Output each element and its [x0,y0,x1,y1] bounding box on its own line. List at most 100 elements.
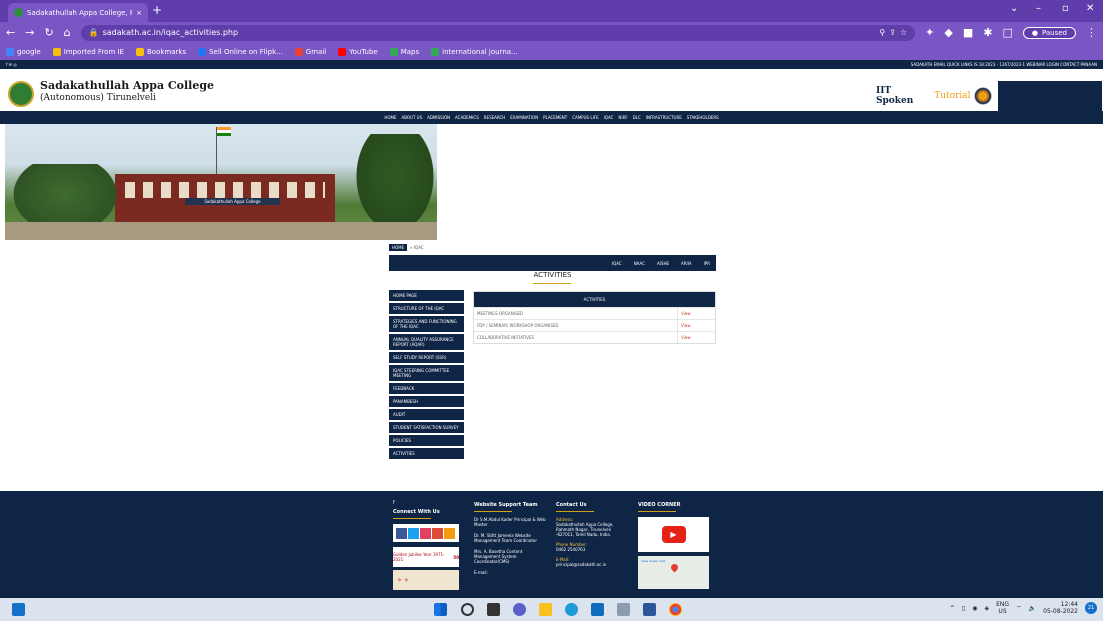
sidebar-item[interactable]: STRATEGIES AND FUNCTIONING OF THE IQAC [389,316,464,333]
facebook-icon[interactable] [396,527,407,539]
nav-item[interactable]: ADMISSION [427,115,450,120]
store-icon[interactable] [591,603,604,616]
subnav-item[interactable]: IPR [704,261,710,266]
breadcrumb-home[interactable]: HOME [389,244,408,251]
search-icon[interactable] [461,603,474,616]
bookmark-item[interactable]: Gmail [294,47,326,56]
share-icon[interactable]: ⇪ [889,28,896,37]
forward-icon[interactable]: → [25,26,34,39]
nav-item[interactable]: DLC [633,115,641,120]
nav-item[interactable]: INFRASTRUCTURE [646,115,682,120]
map-link[interactable]: View larger map [641,559,666,564]
bookmark-item[interactable]: Imported From IE [52,47,124,56]
sidebar-item[interactable]: POLICIES [389,435,464,447]
top-quick-links[interactable]: SADAKATH EMAIL QUICK LINKS IS 18:2023 - … [911,62,1097,67]
college-name[interactable]: Sadakathullah Appa College (Autonomous) … [40,79,214,105]
extension-icon[interactable]: ✦ [925,26,934,39]
spoken-tutorial-banner[interactable]: IIT Spoken Tutorial [870,81,1102,111]
security-icon[interactable]: ◈ [984,605,989,612]
sidebar-item[interactable]: SELF STUDY REPORT (SSR) [389,352,464,364]
tab-close-icon[interactable]: × [136,9,142,17]
volume-icon[interactable]: 🔈 [1029,605,1036,612]
sidebar-item[interactable]: PANAMBESH [389,396,464,408]
bookmark-item[interactable]: YouTube [338,47,378,56]
maximize-icon[interactable]: ▫ [1062,3,1069,14]
sidebar-item[interactable]: FEEDBACK [389,383,464,395]
youtube-icon[interactable] [432,527,443,539]
file-explorer-icon[interactable] [539,603,552,616]
social-links[interactable]: f ✉ ◎ [6,62,17,67]
bookmark-item[interactable]: Maps [389,47,419,56]
notification-badge[interactable]: 21 [1085,602,1097,614]
close-icon[interactable]: ✕ [1086,3,1094,14]
clock[interactable]: 12:44 05-08-2022 [1043,601,1078,615]
email-text[interactable]: principal@sadakath.ac.in [556,562,626,567]
subnav-item[interactable]: AISHE [657,261,669,266]
sidebar-icon[interactable]: □ [1002,26,1012,39]
sidebar-item[interactable]: STUDENT SATISFACTION SURVEY [389,422,464,434]
reload-icon[interactable]: ↻ [44,26,53,39]
zoom-icon[interactable]: ⚲ [879,28,885,37]
wifi-icon[interactable]: ⌔ [1016,604,1022,612]
nav-item[interactable]: NIRF [618,115,627,120]
widgets-icon[interactable] [12,603,25,616]
bookmark-item[interactable]: international journa... [431,47,518,56]
extension-icon[interactable]: ■ [963,26,973,39]
app-icon[interactable] [617,603,630,616]
subnav-item[interactable]: IQAC [612,261,622,266]
rss-icon[interactable] [444,527,455,539]
browser-tab[interactable]: Sadakathullah Appa College, Pal × [8,3,148,22]
windows-start-icon[interactable] [434,603,447,616]
new-tab-button[interactable]: + [152,3,162,17]
nav-item[interactable]: EXAMINATION [510,115,538,120]
golden-jubilee-badge[interactable]: Golden Jubilee Year 1971-2021 50 [393,547,459,567]
task-view-icon[interactable] [487,603,500,616]
nav-item[interactable]: CAMPUS LIFE [572,115,598,120]
teams-chat-icon[interactable] [513,603,526,616]
home-icon[interactable]: ⌂ [64,26,71,39]
minimize-icon[interactable]: – [1036,3,1041,14]
youtube-video-thumb[interactable]: ▶ [638,517,709,552]
instagram-icon[interactable] [420,527,431,539]
chevron-down-icon[interactable]: ⌄ [1010,3,1018,14]
view-link[interactable]: View [677,320,715,331]
bookmark-item[interactable]: Bookmarks [135,47,186,56]
sidebar-item[interactable]: AUDIT [389,409,464,421]
star-icon[interactable]: ☆ [900,28,907,37]
battery-icon[interactable]: ▯ [962,605,965,612]
nav-item[interactable]: HOME [384,115,396,120]
language-indicator[interactable]: ENG US [996,601,1009,615]
sidebar-item[interactable]: ANNUAL QUALITY ASSURANCE REPORT (AQAR) [389,334,464,351]
sidebar-item[interactable]: IQAC STEERING COMMITTEE MEETING [389,365,464,382]
sidebar-item[interactable]: HOME PAGE [389,290,464,302]
nav-item[interactable]: RESEARCH [484,115,506,120]
college-logo[interactable] [8,81,34,107]
profile-button[interactable]: ● Paused [1022,26,1076,39]
bookmark-item[interactable]: google [6,47,41,56]
subnav-item[interactable]: ARIIA [681,261,692,266]
chevron-up-icon[interactable]: ^ [950,605,955,612]
anniversary-badge[interactable]: ✧ ✧ [393,570,459,590]
nav-item[interactable]: PLACEMENT [543,115,567,120]
sidebar-item[interactable]: ACTIVITIES [389,448,464,460]
network-icon[interactable]: ◉ [972,605,977,612]
chrome-icon[interactable] [669,603,682,616]
nav-item[interactable]: ABOUT US [401,115,422,120]
subnav-item[interactable]: NAAC [634,261,645,266]
extension-icon[interactable]: ◆ [944,26,952,39]
view-link[interactable]: View [677,332,715,343]
back-icon[interactable]: ← [6,26,15,39]
menu-icon[interactable]: ⋮ [1086,26,1097,39]
bookmark-item[interactable]: Sell Online on Flipk... [198,47,283,56]
nav-item[interactable]: STAKEHOLDERS [687,115,719,120]
edge-icon[interactable] [565,603,578,616]
url-input[interactable]: 🔒 sadakath.ac.in/iqac_activities.php ⚲ ⇪… [80,24,916,41]
location-map[interactable]: View larger map [638,556,709,589]
sidebar-item[interactable]: STRUCTURE OF THE IQAC [389,303,464,315]
nav-item[interactable]: ACADEMICS [455,115,479,120]
nav-item[interactable]: IQAC [604,115,614,120]
word-icon[interactable] [643,603,656,616]
twitter-icon[interactable] [408,527,419,539]
view-link[interactable]: View [677,308,715,319]
puzzle-icon[interactable]: ✱ [983,26,992,39]
